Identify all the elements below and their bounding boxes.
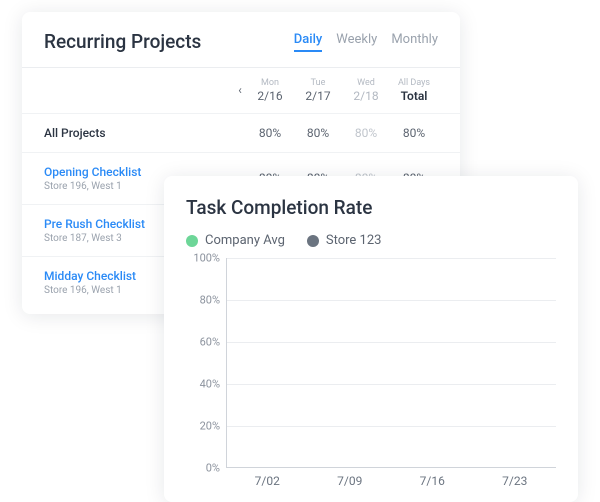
bars-container [227,258,556,468]
recurring-title: Recurring Projects [44,30,201,53]
date-dow: All Days [390,78,438,89]
legend-item-company-avg: Company Avg [186,233,285,248]
gridline [227,342,556,343]
date-val: Total [390,89,438,103]
row-name: All Projects [44,126,246,140]
tab-monthly[interactable]: Monthly [391,32,438,52]
x-axis: 7/027/097/167/23 [226,474,556,488]
date-val: 2/17 [294,89,342,103]
y-tick-label: 20% [200,420,220,433]
x-tick-label: 7/23 [474,474,557,488]
chevron-left-icon[interactable]: ‹ [234,83,246,97]
y-tick-label: 0% [206,462,220,475]
date-dow: Tue [294,78,342,89]
tab-daily[interactable]: Daily [294,32,323,52]
date-col: Tue 2/17 [294,78,342,103]
cell: 80% [246,126,294,140]
recurring-header: Recurring Projects Daily Weekly Monthly [22,12,460,67]
legend-item-store: Store 123 [307,233,382,248]
all-projects-label: All Projects [44,126,246,140]
gridline [227,426,556,427]
cell: 80% [294,126,342,140]
chart-plot: 100%80%60%40%20%0% [186,258,556,468]
y-tick-label: 100% [193,252,220,265]
recurring-tabs: Daily Weekly Monthly [294,32,438,52]
date-val: 2/18 [342,89,390,103]
gridline [227,300,556,301]
cell: 80% [390,126,438,140]
y-axis: 100%80%60%40%20%0% [186,258,226,468]
y-tick-label: 60% [200,336,220,349]
x-tick-label: 7/09 [309,474,392,488]
legend-label: Store 123 [326,233,382,248]
date-val: 2/16 [246,89,294,103]
task-completion-card: Task Completion Rate Company Avg Store 1… [164,176,578,502]
tab-weekly[interactable]: Weekly [336,32,377,52]
x-tick-label: 7/16 [391,474,474,488]
row-values: 80% 80% 80% 80% [246,126,438,140]
date-col-total: All Days Total [390,78,438,103]
legend-label: Company Avg [205,233,285,248]
date-dow: Wed [342,78,390,89]
date-dow: Mon [246,78,294,89]
chart-title: Task Completion Rate [186,196,556,219]
gridline [227,258,556,259]
cell: 80% [342,126,390,140]
plot-area [226,258,556,468]
x-tick-label: 7/02 [226,474,309,488]
swatch-icon [186,235,198,247]
swatch-icon [307,235,319,247]
y-tick-label: 80% [200,294,220,307]
date-col: Wed 2/18 [342,78,390,103]
date-header-row: ‹ Mon 2/16 Tue 2/17 Wed 2/18 All Days To… [22,68,460,113]
all-projects-row: All Projects 80% 80% 80% 80% [22,113,460,152]
chart-legend: Company Avg Store 123 [186,233,556,248]
date-col: Mon 2/16 [246,78,294,103]
y-tick-label: 40% [200,378,220,391]
gridline [227,384,556,385]
